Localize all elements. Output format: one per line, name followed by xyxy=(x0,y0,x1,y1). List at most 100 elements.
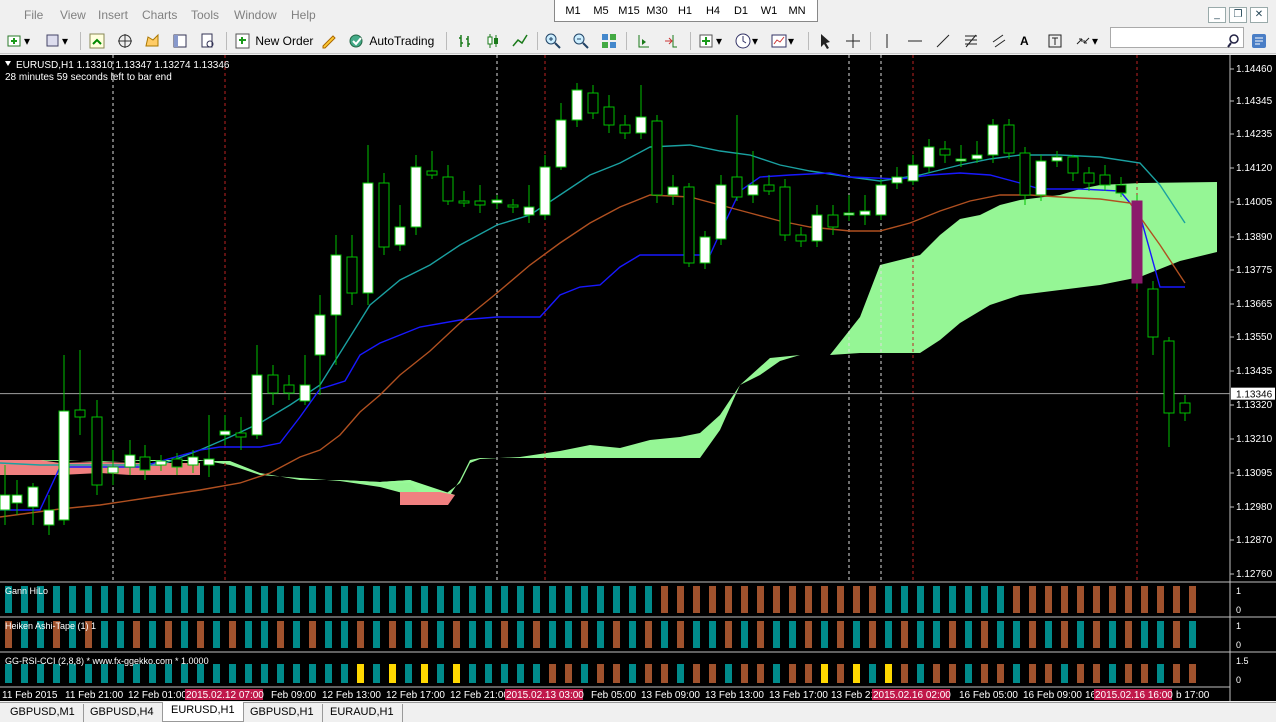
time-label: Feb 05:00 xyxy=(591,690,636,701)
candle xyxy=(43,509,55,526)
candle xyxy=(187,456,199,466)
time-label: 2015.02.12 07:00 xyxy=(186,690,264,701)
candle xyxy=(1035,160,1047,196)
periods-icon[interactable]: ▾ xyxy=(734,31,758,51)
crosshair-icon[interactable] xyxy=(844,31,862,51)
menu-insert[interactable]: Insert xyxy=(98,8,128,22)
chart-tab[interactable]: EURAUD,H1 xyxy=(322,704,403,722)
menu-help[interactable]: Help xyxy=(291,8,316,22)
menu-tools[interactable]: Tools xyxy=(191,8,219,22)
data-window-icon[interactable] xyxy=(116,31,134,51)
chart-tab[interactable]: EURUSD,H1 xyxy=(162,702,244,722)
search-input[interactable] xyxy=(1110,27,1244,48)
indicator-bar xyxy=(565,621,572,648)
indicator-bar xyxy=(725,621,732,648)
vertical-line-icon[interactable] xyxy=(878,31,896,51)
timeframe-w1[interactable]: W1 xyxy=(755,5,783,17)
autotrading-button[interactable]: AutoTrading xyxy=(348,31,434,51)
profiles-icon[interactable]: ▾ xyxy=(44,31,68,51)
market-watch-icon[interactable] xyxy=(88,31,106,51)
chart-tab[interactable]: GBPUSD,H4 xyxy=(82,704,163,722)
notifications-icon[interactable] xyxy=(1250,31,1268,51)
indicator-bar xyxy=(853,664,860,683)
candle xyxy=(587,92,599,114)
auto-scroll-icon[interactable] xyxy=(662,31,680,51)
minimize-button[interactable]: _ xyxy=(1208,7,1226,23)
indicator-bar xyxy=(837,586,844,613)
indicator-bar xyxy=(629,586,636,613)
indicator-bar xyxy=(197,621,204,648)
strategy-tester-icon[interactable] xyxy=(199,31,217,51)
chart-shift-icon[interactable] xyxy=(634,31,652,51)
time-label: 12 Feb 17:00 xyxy=(386,690,445,701)
indicator-bar xyxy=(565,586,572,613)
indicator-bar xyxy=(1013,664,1020,683)
timeframe-d1[interactable]: D1 xyxy=(727,5,755,17)
indicator-bar xyxy=(773,621,780,648)
close-button[interactable]: ✕ xyxy=(1250,7,1268,23)
candle xyxy=(571,89,583,121)
candle xyxy=(843,212,855,216)
indicator-bar xyxy=(149,586,156,613)
tile-windows-icon[interactable] xyxy=(600,31,618,51)
indicator-bar xyxy=(933,664,940,683)
text-label-icon[interactable] xyxy=(1046,31,1064,51)
terminal-icon[interactable] xyxy=(171,31,189,51)
indicator-bar xyxy=(565,664,572,683)
chart-tab[interactable]: GBPUSD,M1 xyxy=(2,704,84,722)
menu-view[interactable]: View xyxy=(60,8,86,22)
timeframe-h1[interactable]: H1 xyxy=(671,5,699,17)
indicator-bar xyxy=(805,586,812,613)
navigator-icon[interactable] xyxy=(143,31,161,51)
zoom-out-icon[interactable] xyxy=(572,31,590,51)
indicator-bar xyxy=(133,586,140,613)
trendline-icon[interactable] xyxy=(934,31,952,51)
indicator-bar xyxy=(421,586,428,613)
new-chart-icon[interactable]: ▾ xyxy=(6,31,30,51)
menu-file[interactable]: File xyxy=(24,8,43,22)
line-chart-icon[interactable] xyxy=(511,31,529,51)
candle xyxy=(58,410,70,521)
chart-window[interactable]: EURUSD,H1 1.13310 1.13347 1.13274 1.1334… xyxy=(0,55,1276,701)
bar-chart-icon[interactable] xyxy=(456,31,474,51)
menu-window[interactable]: Window xyxy=(234,8,277,22)
price-chart[interactable]: EURUSD,H1 1.13310 1.13347 1.13274 1.1334… xyxy=(0,55,1276,701)
timeframe-m5[interactable]: M5 xyxy=(587,5,615,17)
search-icon[interactable] xyxy=(1226,31,1244,51)
candle xyxy=(442,176,454,202)
indicator-bar xyxy=(725,586,732,613)
timeframe-m15[interactable]: M15 xyxy=(615,5,643,17)
indicator-bar xyxy=(869,586,876,613)
indicator-bar xyxy=(149,621,156,648)
price-label: 1.14005 xyxy=(1236,197,1273,208)
indicator-bar xyxy=(1093,586,1100,613)
horizontal-line-icon[interactable] xyxy=(906,31,924,51)
timeframe-m1[interactable]: M1 xyxy=(559,5,587,17)
fibonacci-icon[interactable] xyxy=(962,31,980,51)
metaeditor-icon[interactable] xyxy=(320,31,338,51)
indicator-bar xyxy=(117,586,124,613)
indicator-bar xyxy=(917,586,924,613)
indicators-icon[interactable]: ▾ xyxy=(698,31,722,51)
candle xyxy=(891,176,903,184)
candle xyxy=(523,206,535,216)
candlestick-icon[interactable] xyxy=(484,31,502,51)
equidistant-channel-icon[interactable] xyxy=(990,31,1008,51)
restore-button[interactable]: ❐ xyxy=(1229,7,1247,23)
indicator-bar xyxy=(229,664,236,683)
arrows-icon[interactable]: ▾ xyxy=(1074,31,1098,51)
text-icon[interactable]: A xyxy=(1020,31,1029,51)
zoom-in-icon[interactable] xyxy=(544,31,562,51)
timeframe-mn[interactable]: MN xyxy=(783,5,811,17)
cursor-icon[interactable] xyxy=(816,31,834,51)
timeframe-m30[interactable]: M30 xyxy=(643,5,671,17)
new-order-button[interactable]: New Order xyxy=(234,31,313,51)
timeframe-h4[interactable]: H4 xyxy=(699,5,727,17)
indicator-bar xyxy=(1189,621,1196,648)
templates-icon[interactable]: ▾ xyxy=(770,31,794,51)
indicator-bar xyxy=(373,586,380,613)
indicator-bar xyxy=(501,664,508,683)
indicator-bar xyxy=(21,664,28,683)
menu-charts[interactable]: Charts xyxy=(142,8,177,22)
chart-tab[interactable]: GBPUSD,H1 xyxy=(242,704,323,722)
